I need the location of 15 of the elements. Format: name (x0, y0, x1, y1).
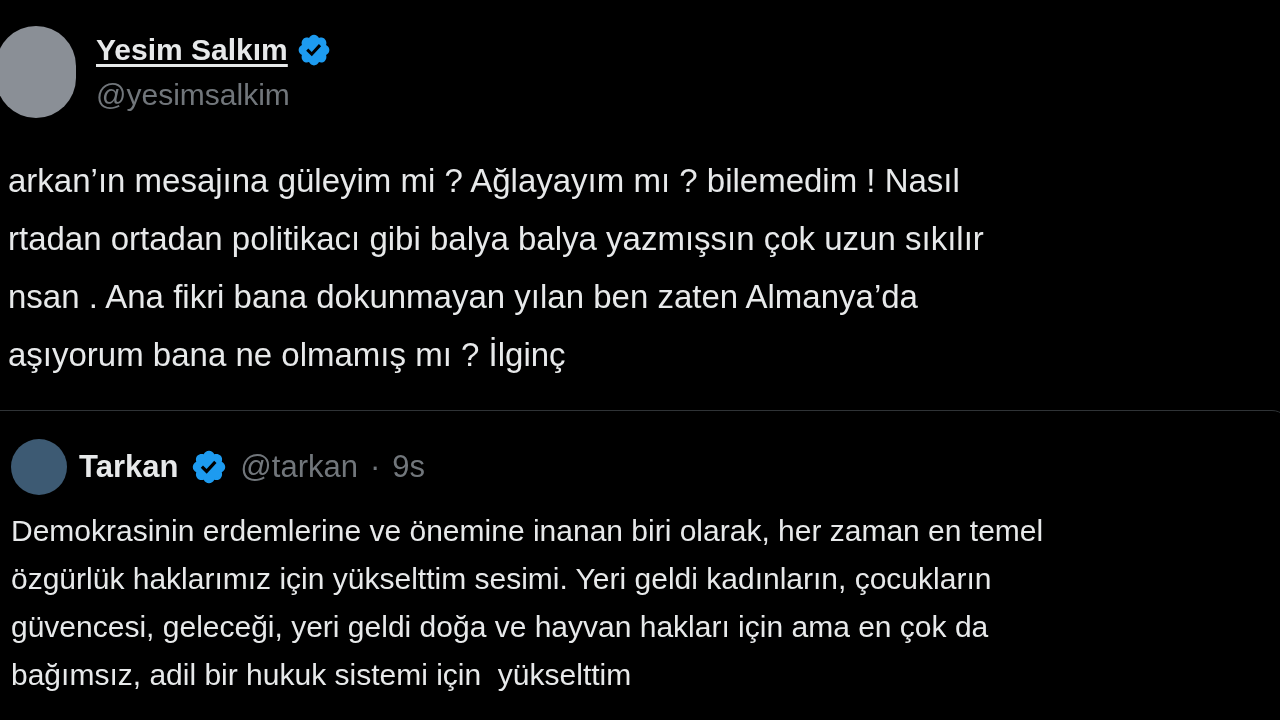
post-text-line: arkan’ın mesajına güleyim mi ? Ağlayayım mı ? bilemedim ! Nasıl (8, 161, 961, 201)
separator-dot: · (370, 447, 381, 486)
post-time: 9s (392, 447, 426, 486)
quoted-author-handle: @tarkan (240, 447, 358, 486)
quoted-text-line: Demokrasinin erdemlerine ve önemine inanan biri olarak, her zaman en temel (11, 513, 1045, 549)
avatar-photo-placeholder[interactable] (11, 439, 67, 495)
quoted-author-name: Tarkan (79, 447, 179, 486)
author-name[interactable]: Yesim Salkım (96, 27, 288, 72)
post-text-line: rtadan ortadan politikacı gibi balya balya yazmışsın çok uzun sıkılır (8, 219, 985, 259)
quoted-text-line: güvencesi, geleceği, yeri geldi doğa ve hayvan hakları için ama en çok da (11, 609, 990, 645)
author-handle: @yesimsalkim (96, 77, 291, 113)
quoted-text-line: özgürlük haklarımız için yükselttim sesimi. Yeri geldi kadınların, çocukların (11, 561, 993, 597)
post-text-line: aşıyorum bana ne olmamış mı ? İlginç (8, 335, 567, 375)
post-text-line: nsan . Ana fikri bana dokunmayan yılan ben zaten Almanya’da (8, 277, 919, 317)
quoted-text-line: bağımsız, adil bir hukuk sistemi için yükselttim (11, 657, 633, 693)
